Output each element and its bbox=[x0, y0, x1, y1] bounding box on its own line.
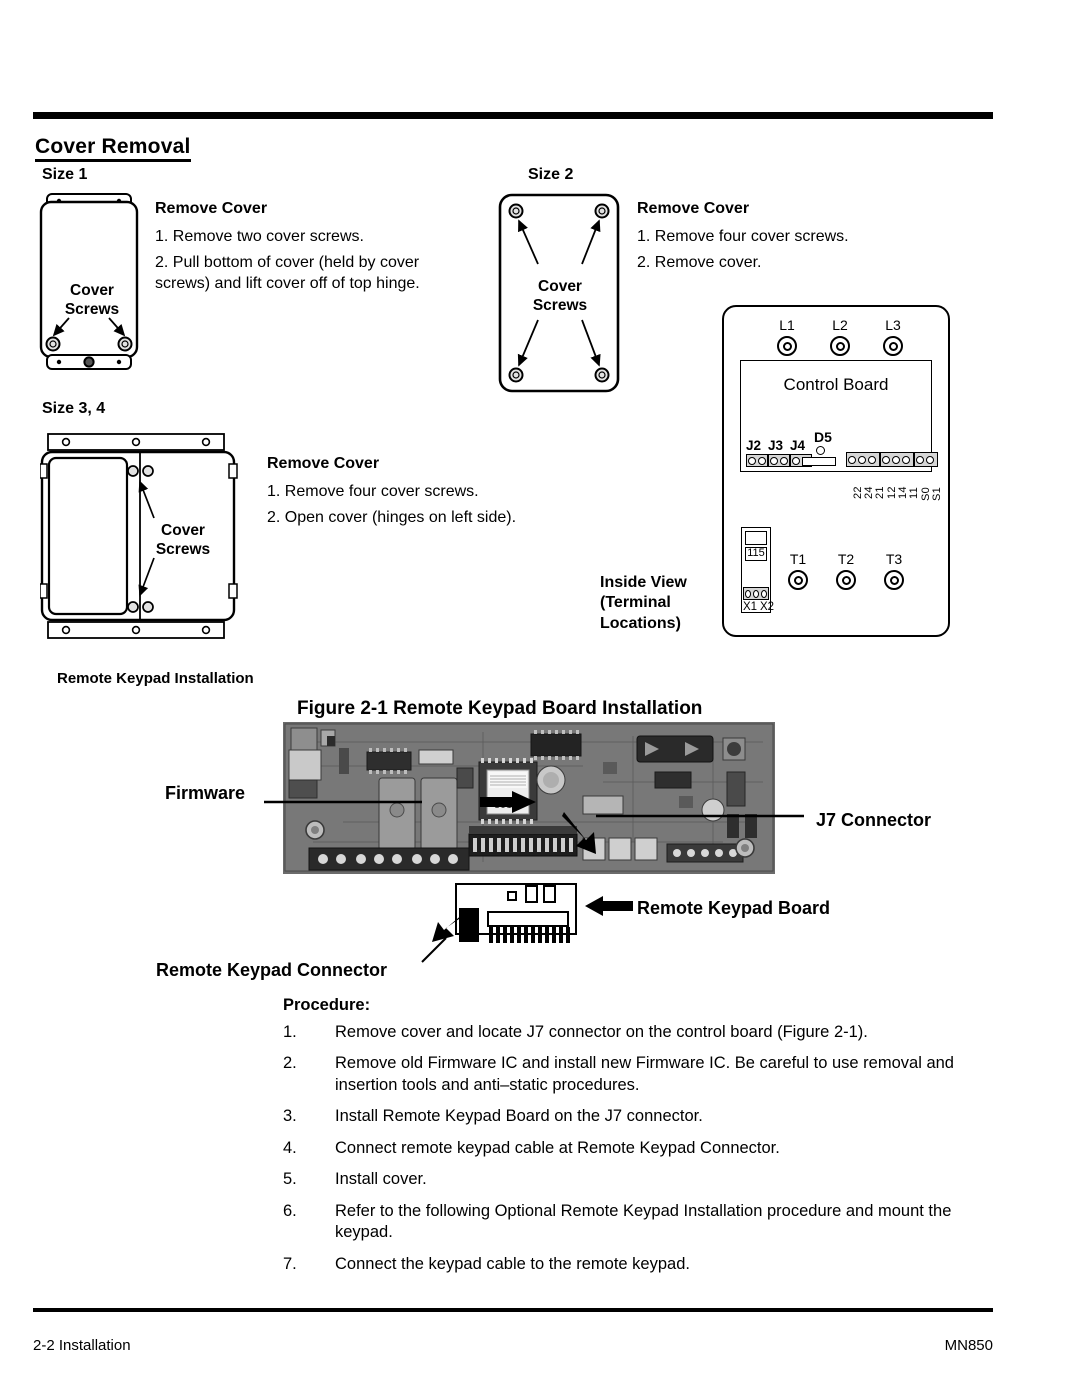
procedure-item: 3. Install Remote Keypad Board on the J7… bbox=[283, 1106, 973, 1127]
terminal-t2 bbox=[836, 570, 856, 590]
procedure-number: 5. bbox=[283, 1170, 297, 1189]
procedure-text: Remove cover and locate J7 connector on … bbox=[335, 1023, 868, 1041]
led-label-d5: D5 bbox=[814, 429, 832, 445]
callout-j7-connector: J7 Connector bbox=[816, 810, 932, 830]
procedure-text: Install Remote Keypad Board on the J7 co… bbox=[335, 1107, 703, 1126]
size-2-remove-cover-heading: Remove Cover bbox=[637, 200, 750, 217]
terminal-t3 bbox=[884, 570, 904, 590]
terminal-label-t3: T3 bbox=[885, 551, 903, 567]
procedure-item: 7. Connect the keypad cable to the remot… bbox=[283, 1254, 973, 1275]
jumper-label-j3: J3 bbox=[768, 438, 784, 453]
size-34-remove-cover-heading: Remove Cover bbox=[267, 455, 380, 472]
size-2-cover-screws-label: Cover Screws bbox=[532, 278, 588, 314]
procedure-number: 4. bbox=[283, 1138, 297, 1157]
transformer-label-x1: X1 bbox=[743, 601, 758, 613]
terminal-label-l3: L3 bbox=[885, 317, 901, 333]
figure-caption: Figure 2-1 Remote Keypad Board Installat… bbox=[297, 698, 703, 719]
terminal-number-21: 21 bbox=[874, 486, 886, 499]
terminal-label-t2: T2 bbox=[837, 551, 855, 567]
terminal-number-11: 11 bbox=[908, 486, 920, 499]
procedure-item: 5. Install cover. bbox=[283, 1169, 973, 1190]
j7-leader-line bbox=[596, 814, 804, 818]
keypad-board-arrow-icon bbox=[585, 896, 633, 916]
size-34-label: Size 3, 4 bbox=[42, 400, 106, 417]
procedure-item: 1. Remove cover and locate J7 connector … bbox=[283, 1022, 973, 1043]
footer-manual-number: MN850 bbox=[944, 1337, 993, 1354]
callout-remote-keypad-connector: Remote Keypad Connector bbox=[156, 960, 388, 980]
procedure-text: Install cover. bbox=[335, 1170, 427, 1189]
terminal-number-s1: S1 bbox=[931, 486, 943, 501]
manual-page: Cover Removal Size 1 Cover Screws Remove … bbox=[0, 0, 1080, 1397]
component-bar bbox=[802, 457, 836, 466]
procedure-text: Connect the keypad cable to the remote k… bbox=[335, 1254, 690, 1273]
control-board-diagram: L1 L2 L3 Control Board J2 J3 J4 D5 22 24… bbox=[722, 305, 950, 637]
terminal-l2 bbox=[830, 336, 850, 356]
footer-page-number: 2-2 Installation bbox=[33, 1337, 131, 1354]
size-1-cover-screws-label: Cover Screws bbox=[64, 282, 120, 318]
footer-rule bbox=[33, 1308, 993, 1312]
procedure-text: Refer to the following Optional Remote K… bbox=[335, 1201, 952, 1242]
voltage-select-115: 115 bbox=[745, 547, 767, 561]
procedure-number: 3. bbox=[283, 1107, 297, 1126]
keypad-ic-2 bbox=[543, 885, 556, 903]
jumper-label-j4: J4 bbox=[790, 438, 806, 453]
terminal-t1 bbox=[788, 570, 808, 590]
size-34-cover-screws-label: Cover Screws bbox=[155, 522, 211, 558]
terminal-block-a bbox=[846, 452, 880, 467]
procedure-text: Connect remote keypad cable at Remote Ke… bbox=[335, 1138, 780, 1157]
page-title: Cover Removal bbox=[35, 135, 191, 163]
procedure-item: 2. Remove old Firmware IC and install ne… bbox=[283, 1053, 973, 1096]
procedure-list: 1. Remove cover and locate J7 connector … bbox=[283, 1022, 973, 1285]
control-board-title: Control Board bbox=[783, 375, 889, 394]
procedure-item: 6. Refer to the following Optional Remot… bbox=[283, 1201, 973, 1244]
size-2-step-1: 1. Remove four cover screws. bbox=[637, 228, 849, 245]
callout-firmware: Firmware bbox=[165, 783, 246, 803]
inside-view-label: Inside View (Terminal Locations) bbox=[600, 574, 687, 632]
header-rule bbox=[33, 112, 993, 119]
terminal-l1 bbox=[777, 336, 797, 356]
size-1-step-1: 1. Remove two cover screws. bbox=[155, 228, 364, 245]
terminal-block-c bbox=[914, 452, 938, 467]
firmware-arrow-icon bbox=[480, 791, 536, 813]
voltage-select-slot bbox=[745, 531, 767, 545]
keypad-ic-1 bbox=[525, 885, 538, 903]
procedure-number: 6. bbox=[283, 1201, 297, 1220]
terminal-l3 bbox=[883, 336, 903, 356]
size-2-step-2: 2. Remove cover. bbox=[637, 254, 762, 271]
size-34-step-1: 1. Remove four cover screws. bbox=[267, 483, 479, 500]
procedure-heading: Procedure: bbox=[283, 996, 371, 1014]
procedure-item: 4. Connect remote keypad cable at Remote… bbox=[283, 1138, 973, 1159]
firmware-leader-line bbox=[264, 800, 422, 804]
procedure-number: 2. bbox=[283, 1054, 297, 1073]
jumper-block-j3 bbox=[768, 454, 790, 467]
terminal-label-t1: T1 bbox=[789, 551, 807, 567]
transformer-terminal-block bbox=[743, 587, 769, 600]
procedure-number: 1. bbox=[283, 1023, 297, 1041]
keypad-pin-row bbox=[489, 927, 573, 948]
keypad-ic-small bbox=[507, 891, 517, 901]
keypad-connector-arrow-icon bbox=[421, 908, 472, 963]
transformer-label-x2: X2 bbox=[760, 601, 775, 613]
size-34-step-2: 2. Open cover (hinges on left side). bbox=[267, 509, 517, 526]
led-d5 bbox=[816, 446, 825, 455]
terminal-block-b bbox=[880, 452, 914, 467]
remote-keypad-installation-heading: Remote Keypad Installation bbox=[57, 670, 254, 687]
size-1-remove-cover-heading: Remove Cover bbox=[155, 200, 268, 217]
size-1-label: Size 1 bbox=[42, 166, 88, 183]
procedure-text: Remove old Firmware IC and install new F… bbox=[335, 1054, 954, 1094]
jumper-label-j2: J2 bbox=[746, 438, 762, 453]
procedure-number: 7. bbox=[283, 1254, 297, 1273]
jumper-block-j2 bbox=[746, 454, 768, 467]
callout-remote-keypad-board: Remote Keypad Board bbox=[637, 898, 831, 918]
size-1-step-2: 2. Pull bottom of cover (held by cover s… bbox=[155, 254, 420, 293]
terminal-label-l2: L2 bbox=[832, 317, 848, 333]
size-2-label: Size 2 bbox=[528, 166, 574, 183]
keypad-header-strip bbox=[487, 911, 569, 927]
terminal-label-l1: L1 bbox=[779, 317, 795, 333]
